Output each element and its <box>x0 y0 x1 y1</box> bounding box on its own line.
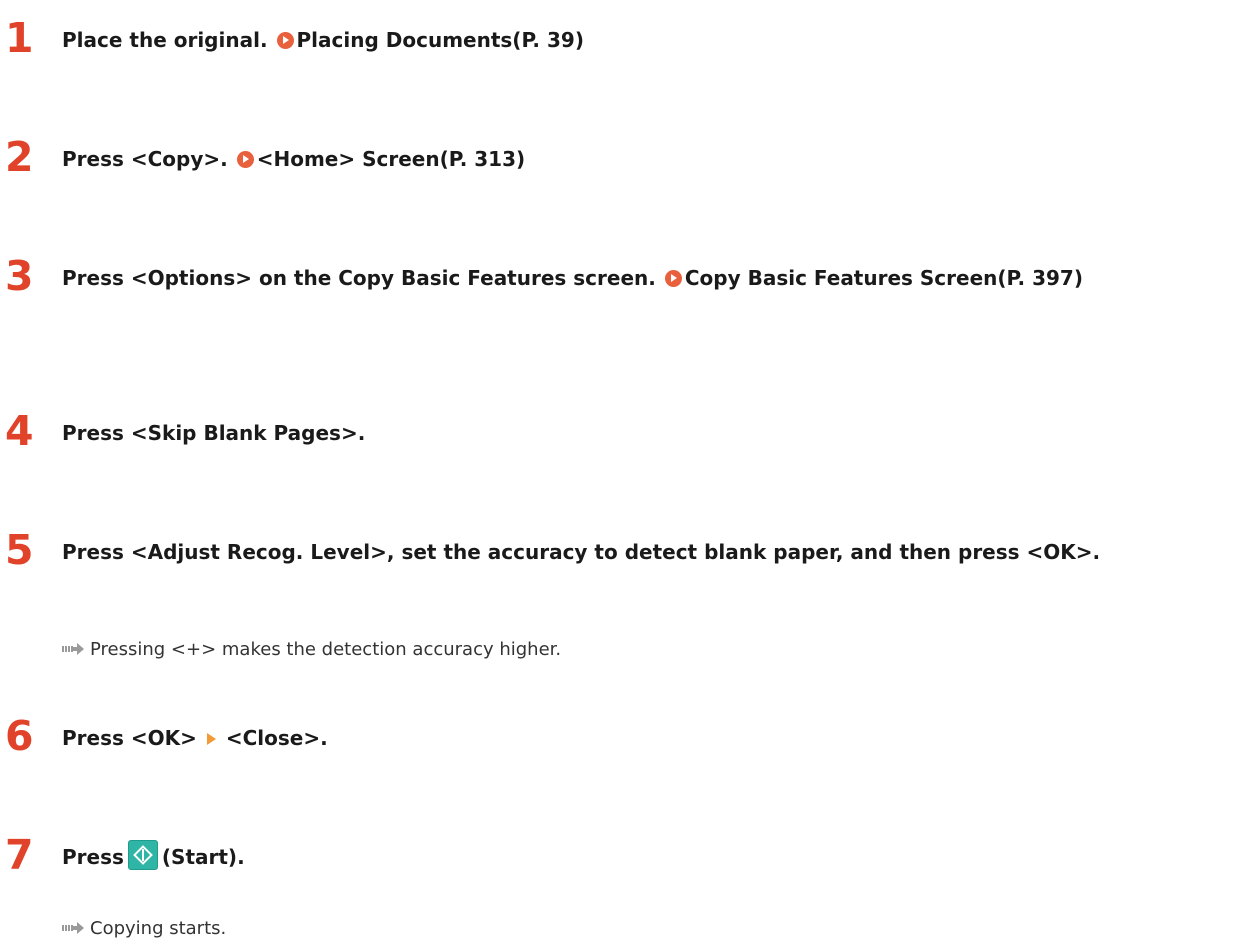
step-result: Pressing <+> makes the detection accurac… <box>62 638 561 662</box>
link-arrow-icon <box>664 270 682 287</box>
step-result: Copying starts. <box>62 917 226 941</box>
step-instruction: Press <Skip Blank Pages>. <box>62 415 1252 451</box>
step-number: 1 <box>5 14 34 62</box>
step-instruction: Press <Adjust Recog. Level>, set the acc… <box>62 534 1242 570</box>
step-instruction: Press (Start). <box>62 839 1252 875</box>
result-arrow-icon <box>62 922 84 934</box>
step-number: 6 <box>5 712 34 760</box>
copy-basic-features-link[interactable]: Copy Basic Features Screen(P. 397) <box>663 266 1083 290</box>
link-label: Placing Documents(P. 39) <box>296 28 584 52</box>
result-arrow-icon <box>62 643 84 655</box>
step-number: 3 <box>5 252 34 300</box>
step-instruction: Press <Options> on the Copy Basic Featur… <box>62 260 1142 296</box>
result-text: Copying starts. <box>90 918 227 939</box>
step-text: Press <Adjust Recog. Level>, set the acc… <box>62 540 1101 564</box>
step-instruction: Press <Copy>. <Home> Screen(P. 313) <box>62 141 1252 177</box>
step-text-press: Press <box>62 845 124 869</box>
link-label: Copy Basic Features Screen(P. 397) <box>684 266 1083 290</box>
start-key-icon <box>127 840 158 870</box>
menu-separator-icon <box>206 733 216 745</box>
step-text: Press <Options> on the Copy Basic Featur… <box>62 266 656 290</box>
step-number: 2 <box>5 133 34 181</box>
step-instruction: Place the original. Placing Documents(P.… <box>62 22 1252 58</box>
link-arrow-icon <box>236 151 254 168</box>
step-text-start: (Start). <box>161 845 245 869</box>
step-text: Press <Skip Blank Pages>. <box>62 421 366 445</box>
step-number: 7 <box>5 831 34 879</box>
step-text: Press <Copy>. <box>62 147 228 171</box>
step-instruction: Press <OK> <Close>. <box>62 720 1252 756</box>
step-number: 4 <box>5 407 34 455</box>
manual-page: { "steps": [ { "number": "1", "text": "P… <box>0 0 1256 941</box>
step-text-ok: Press <OK> <box>62 726 197 750</box>
placing-documents-link[interactable]: Placing Documents(P. 39) <box>275 28 584 52</box>
step-number: 5 <box>5 526 34 574</box>
link-label: <Home> Screen(P. 313) <box>256 147 526 171</box>
result-text: Pressing <+> makes the detection accurac… <box>90 639 562 660</box>
link-arrow-icon <box>276 32 294 49</box>
home-screen-link[interactable]: <Home> Screen(P. 313) <box>235 147 525 171</box>
step-text-close: <Close>. <box>225 726 328 750</box>
step-text: Place the original. <box>62 28 268 52</box>
